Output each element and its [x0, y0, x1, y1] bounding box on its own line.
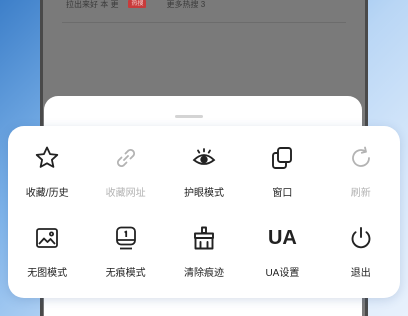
menu-item-eye-care-mode[interactable]: 护眼模式	[165, 142, 243, 222]
more-hot-link: 更多热搜 3	[166, 0, 206, 8]
menu-item-favorites-history[interactable]: 收藏/历史	[8, 142, 86, 222]
menu-item-label: 窗口	[272, 188, 293, 199]
menu-item-label: 收藏网址	[105, 188, 146, 199]
menu-item-label: 收藏/历史	[25, 188, 69, 199]
image-icon	[31, 222, 63, 254]
menu-item-clear-traces[interactable]: 清除痕迹	[165, 222, 243, 302]
refresh-icon	[345, 142, 377, 174]
menu-item-no-image-mode[interactable]: 无图模式	[8, 222, 86, 302]
menu-item-label: 无图模式	[27, 268, 68, 279]
eye-icon	[188, 142, 220, 174]
menu-item-label: 退出	[350, 268, 371, 279]
link-icon	[110, 142, 142, 174]
hot-badge: 热搜	[128, 0, 147, 8]
power-icon	[345, 222, 377, 254]
news-headline: 拉出来好 本 更	[66, 0, 119, 8]
menu-item-label: 清除痕迹	[183, 268, 224, 279]
background-news-strip: 拉出来好 本 更 热搜 更多热搜 3	[66, 0, 342, 8]
ua-icon: UA	[266, 222, 298, 254]
menu-item-windows[interactable]: 窗口	[243, 142, 321, 222]
ua-icon-text: UA	[267, 226, 297, 249]
divider	[62, 22, 346, 23]
incognito-icon	[110, 222, 142, 254]
menu-item-label: 刷新	[350, 188, 371, 199]
menu-item-incognito-mode[interactable]: 无痕模式	[86, 222, 164, 302]
windows-icon	[266, 142, 298, 174]
menu-item-exit[interactable]: 退出	[322, 222, 400, 302]
broom-icon	[188, 222, 220, 254]
menu-grid: 收藏/历史 收藏网址 护眼模式 窗口 刷新 无图模式 无痕模式 清除痕迹 UA …	[8, 126, 400, 298]
sheet-drag-handle[interactable]	[175, 115, 203, 118]
menu-item-label: 无痕模式	[105, 268, 146, 279]
menu-item-label: 护眼模式	[183, 188, 224, 199]
menu-item-label: UA设置	[265, 268, 300, 279]
star-icon	[31, 142, 63, 174]
menu-item-ua-settings[interactable]: UA UA设置	[243, 222, 321, 302]
menu-item-refresh[interactable]: 刷新	[322, 142, 400, 222]
menu-item-bookmark-url[interactable]: 收藏网址	[86, 142, 164, 222]
